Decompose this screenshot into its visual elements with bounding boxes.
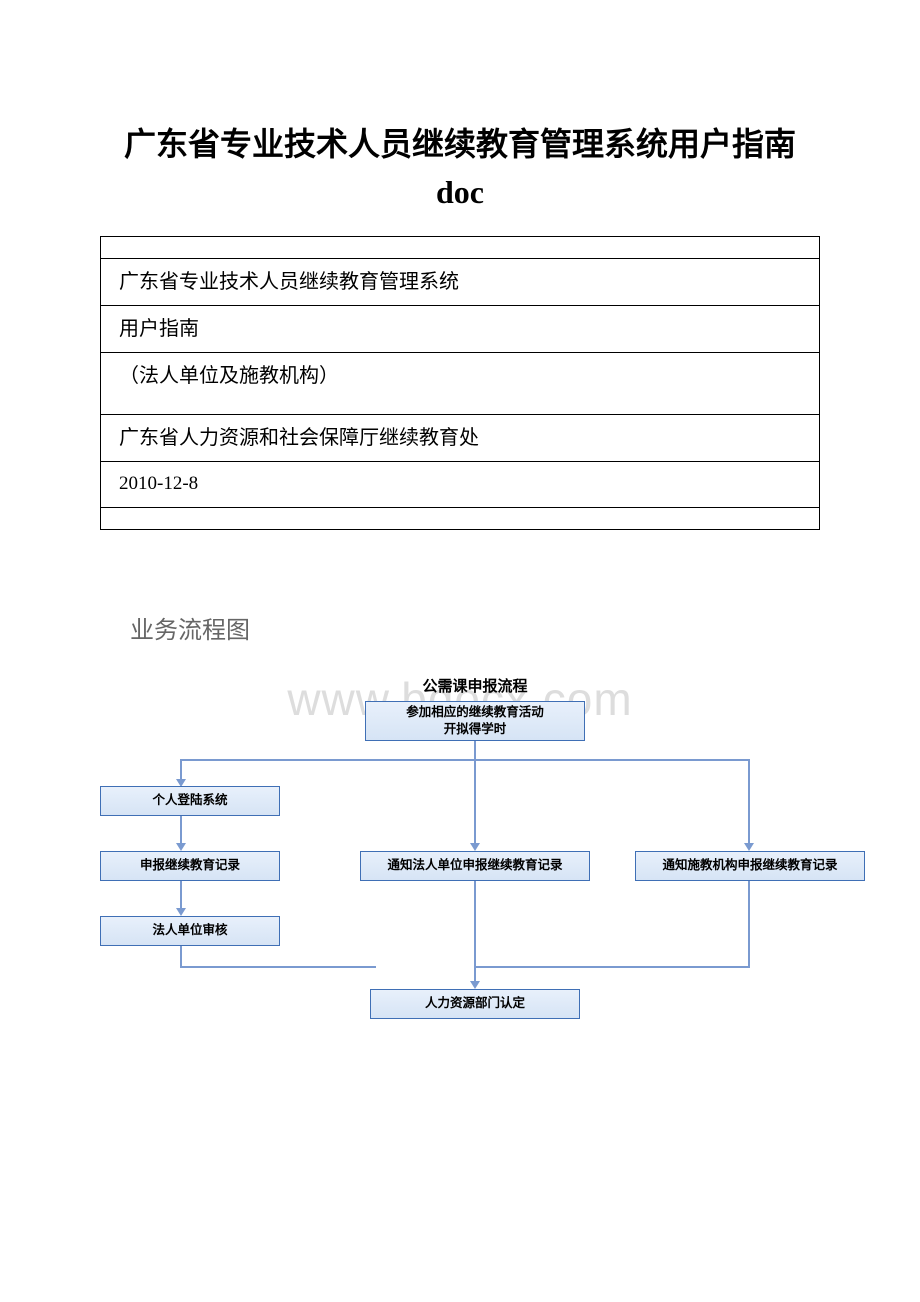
section-heading: 业务流程图 <box>130 610 820 645</box>
connector <box>180 759 750 761</box>
connector <box>474 966 750 968</box>
connector <box>180 759 182 781</box>
meta-audience: （法人单位及施教机构） <box>101 353 820 415</box>
node-apply-record: 申报继续教育记录 <box>100 851 280 881</box>
node-legal-review: 法人单位审核 <box>100 916 280 946</box>
meta-spacer <box>101 237 820 259</box>
arrow-icon <box>176 843 186 851</box>
node-start: 参加相应的继续教育活动开拟得学时 <box>365 701 585 741</box>
arrow-icon <box>470 981 480 989</box>
node-notify-institution: 通知施教机构申报继续教育记录 <box>635 851 865 881</box>
connector <box>748 759 750 845</box>
meta-doc-type: 用户指南 <box>101 306 820 353</box>
meta-issuer: 广东省人力资源和社会保障厅继续教育处 <box>101 415 820 462</box>
node-hr-approval: 人力资源部门认定 <box>370 989 580 1019</box>
document-title: 广东省专业技术人员继续教育管理系统用户指南 doc <box>100 120 820 216</box>
connector <box>180 966 376 968</box>
node-notify-legal: 通知法人单位申报继续教育记录 <box>360 851 590 881</box>
meta-spacer <box>101 507 820 529</box>
meta-system-name: 广东省专业技术人员继续教育管理系统 <box>101 259 820 306</box>
connector <box>180 816 182 846</box>
connector <box>180 946 182 966</box>
flowchart-title: 公需课申报流程 <box>90 675 860 696</box>
connector <box>180 881 182 911</box>
arrow-icon <box>470 843 480 851</box>
connector <box>748 881 750 967</box>
arrow-icon <box>176 908 186 916</box>
flowchart: 公需课申报流程 参加相应的继续教育活动开拟得学时 个人登陆系统 申报继续教育记录… <box>90 651 860 1051</box>
arrow-icon <box>744 843 754 851</box>
metadata-table: 广东省专业技术人员继续教育管理系统 用户指南 （法人单位及施教机构） 广东省人力… <box>100 236 820 530</box>
connector <box>474 741 476 845</box>
meta-date: 2010-12-8 <box>101 462 820 508</box>
node-login: 个人登陆系统 <box>100 786 280 816</box>
